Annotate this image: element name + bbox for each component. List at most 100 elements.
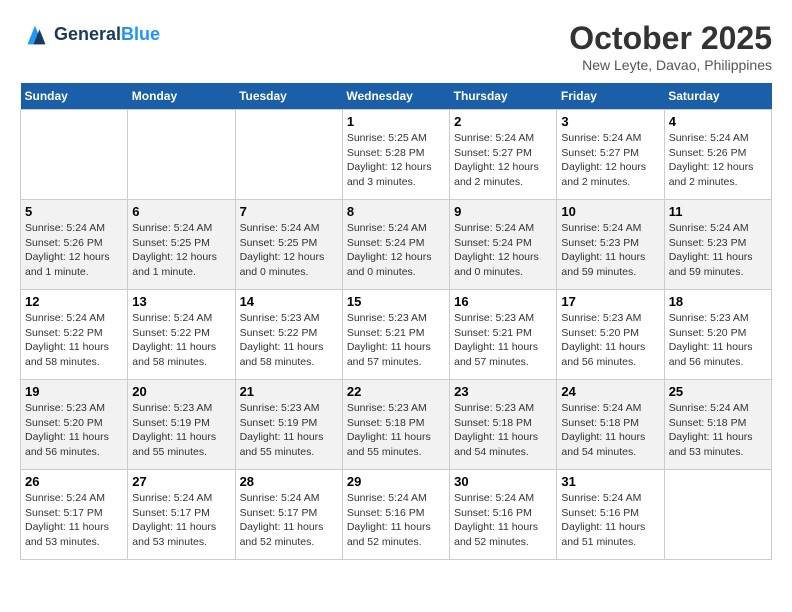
day-info: Sunrise: 5:24 AM Sunset: 5:18 PM Dayligh… [561, 401, 659, 460]
calendar-cell: 17 Sunrise: 5:23 AM Sunset: 5:20 PM Dayli… [557, 290, 664, 380]
day-number: 12 [25, 294, 123, 309]
day-number: 21 [240, 384, 338, 399]
day-info: Sunrise: 5:24 AM Sunset: 5:22 PM Dayligh… [132, 311, 230, 370]
logo-text: GeneralBlue [54, 25, 160, 45]
day-number: 28 [240, 474, 338, 489]
weekday-header-wednesday: Wednesday [342, 83, 449, 110]
day-number: 20 [132, 384, 230, 399]
calendar-cell: 31Sunrise: 5:24 AM Sunset: 5:16 PM Dayli… [557, 470, 664, 560]
day-number: 1 [347, 114, 445, 129]
weekday-header-saturday: Saturday [664, 83, 771, 110]
calendar-cell: 4 Sunrise: 5:24 AM Sunset: 5:26 PM Daylig… [664, 110, 771, 200]
day-info: Sunrise: 5:24 AM Sunset: 5:17 PM Dayligh… [132, 491, 230, 550]
calendar-cell: 19 Sunrise: 5:23 AM Sunset: 5:20 PM Dayli… [21, 380, 128, 470]
day-info: Sunrise: 5:24 AM Sunset: 5:18 PM Dayligh… [669, 401, 767, 460]
day-info: Sunrise: 5:23 AM Sunset: 5:19 PM Dayligh… [240, 401, 338, 460]
week-row-5: 26 Sunrise: 5:24 AM Sunset: 5:17 PM Dayli… [21, 470, 772, 560]
day-number: 15 [347, 294, 445, 309]
day-number: 22 [347, 384, 445, 399]
day-number: 27 [132, 474, 230, 489]
calendar-cell: 12 Sunrise: 5:24 AM Sunset: 5:22 PM Dayli… [21, 290, 128, 380]
calendar-cell: 24 Sunrise: 5:24 AM Sunset: 5:18 PM Dayli… [557, 380, 664, 470]
day-info: Sunrise: 5:24 AM Sunset: 5:16 PM Dayligh… [561, 491, 659, 550]
day-number: 24 [561, 384, 659, 399]
day-info: Sunrise: 5:24 AM Sunset: 5:23 PM Dayligh… [669, 221, 767, 280]
calendar-cell: 29Sunrise: 5:24 AM Sunset: 5:16 PM Dayli… [342, 470, 449, 560]
day-info: Sunrise: 5:23 AM Sunset: 5:21 PM Dayligh… [454, 311, 552, 370]
day-info: Sunrise: 5:23 AM Sunset: 5:20 PM Dayligh… [25, 401, 123, 460]
day-number: 8 [347, 204, 445, 219]
logo-icon [20, 20, 50, 50]
calendar-cell: 26 Sunrise: 5:24 AM Sunset: 5:17 PM Dayli… [21, 470, 128, 560]
month-title: October 2025 [569, 20, 772, 57]
day-info: Sunrise: 5:24 AM Sunset: 5:17 PM Dayligh… [25, 491, 123, 550]
calendar-cell [235, 110, 342, 200]
day-number: 9 [454, 204, 552, 219]
title-block: October 2025 New Leyte, Davao, Philippin… [569, 20, 772, 73]
calendar-cell: 1 Sunrise: 5:25 AM Sunset: 5:28 PM Daylig… [342, 110, 449, 200]
calendar-cell: 7 Sunrise: 5:24 AM Sunset: 5:25 PM Daylig… [235, 200, 342, 290]
calendar-cell: 30 Sunrise: 5:24 AM Sunset: 5:16 PM Dayli… [450, 470, 557, 560]
weekday-header-monday: Monday [128, 83, 235, 110]
calendar-cell: 5Sunrise: 5:24 AM Sunset: 5:26 PM Daylig… [21, 200, 128, 290]
weekday-header-thursday: Thursday [450, 83, 557, 110]
day-info: Sunrise: 5:24 AM Sunset: 5:27 PM Dayligh… [561, 131, 659, 190]
calendar-cell: 11Sunrise: 5:24 AM Sunset: 5:23 PM Dayli… [664, 200, 771, 290]
calendar-cell: 15 Sunrise: 5:23 AM Sunset: 5:21 PM Dayli… [342, 290, 449, 380]
calendar-cell: 20 Sunrise: 5:23 AM Sunset: 5:19 PM Dayli… [128, 380, 235, 470]
day-number: 7 [240, 204, 338, 219]
calendar-cell: 3 Sunrise: 5:24 AM Sunset: 5:27 PM Daylig… [557, 110, 664, 200]
day-number: 29 [347, 474, 445, 489]
day-number: 25 [669, 384, 767, 399]
day-number: 30 [454, 474, 552, 489]
calendar-cell: 13 Sunrise: 5:24 AM Sunset: 5:22 PM Dayli… [128, 290, 235, 380]
day-info: Sunrise: 5:23 AM Sunset: 5:21 PM Dayligh… [347, 311, 445, 370]
day-info: Sunrise: 5:24 AM Sunset: 5:27 PM Dayligh… [454, 131, 552, 190]
calendar-cell: 16Sunrise: 5:23 AM Sunset: 5:21 PM Dayli… [450, 290, 557, 380]
day-number: 14 [240, 294, 338, 309]
day-info: Sunrise: 5:24 AM Sunset: 5:17 PM Dayligh… [240, 491, 338, 550]
day-number: 19 [25, 384, 123, 399]
calendar-cell: 25 Sunrise: 5:24 AM Sunset: 5:18 PM Dayli… [664, 380, 771, 470]
week-row-2: 5Sunrise: 5:24 AM Sunset: 5:26 PM Daylig… [21, 200, 772, 290]
day-number: 13 [132, 294, 230, 309]
day-info: Sunrise: 5:24 AM Sunset: 5:16 PM Dayligh… [454, 491, 552, 550]
weekday-header-row: SundayMondayTuesdayWednesdayThursdayFrid… [21, 83, 772, 110]
calendar-cell: 21 Sunrise: 5:23 AM Sunset: 5:19 PM Dayli… [235, 380, 342, 470]
calendar-cell: 27 Sunrise: 5:24 AM Sunset: 5:17 PM Dayli… [128, 470, 235, 560]
page-header: GeneralBlue October 2025 New Leyte, Dava… [20, 20, 772, 73]
calendar-cell: 8 Sunrise: 5:24 AM Sunset: 5:24 PM Daylig… [342, 200, 449, 290]
day-info: Sunrise: 5:23 AM Sunset: 5:19 PM Dayligh… [132, 401, 230, 460]
calendar-cell [128, 110, 235, 200]
day-number: 2 [454, 114, 552, 129]
day-number: 4 [669, 114, 767, 129]
logo: GeneralBlue [20, 20, 160, 50]
day-number: 17 [561, 294, 659, 309]
calendar-cell: 6 Sunrise: 5:24 AM Sunset: 5:25 PM Daylig… [128, 200, 235, 290]
calendar-cell: 10Sunrise: 5:24 AM Sunset: 5:23 PM Dayli… [557, 200, 664, 290]
day-info: Sunrise: 5:24 AM Sunset: 5:25 PM Dayligh… [240, 221, 338, 280]
day-number: 3 [561, 114, 659, 129]
week-row-1: 1 Sunrise: 5:25 AM Sunset: 5:28 PM Daylig… [21, 110, 772, 200]
day-number: 10 [561, 204, 659, 219]
weekday-header-friday: Friday [557, 83, 664, 110]
location: New Leyte, Davao, Philippines [569, 57, 772, 73]
day-number: 18 [669, 294, 767, 309]
day-info: Sunrise: 5:23 AM Sunset: 5:20 PM Dayligh… [561, 311, 659, 370]
day-info: Sunrise: 5:23 AM Sunset: 5:22 PM Dayligh… [240, 311, 338, 370]
day-number: 5 [25, 204, 123, 219]
week-row-4: 19 Sunrise: 5:23 AM Sunset: 5:20 PM Dayli… [21, 380, 772, 470]
day-info: Sunrise: 5:24 AM Sunset: 5:24 PM Dayligh… [454, 221, 552, 280]
day-info: Sunrise: 5:24 AM Sunset: 5:24 PM Dayligh… [347, 221, 445, 280]
day-info: Sunrise: 5:24 AM Sunset: 5:22 PM Dayligh… [25, 311, 123, 370]
day-info: Sunrise: 5:24 AM Sunset: 5:25 PM Dayligh… [132, 221, 230, 280]
calendar-cell: 28 Sunrise: 5:24 AM Sunset: 5:17 PM Dayli… [235, 470, 342, 560]
day-number: 26 [25, 474, 123, 489]
day-number: 6 [132, 204, 230, 219]
day-info: Sunrise: 5:23 AM Sunset: 5:18 PM Dayligh… [347, 401, 445, 460]
day-info: Sunrise: 5:25 AM Sunset: 5:28 PM Dayligh… [347, 131, 445, 190]
day-info: Sunrise: 5:24 AM Sunset: 5:26 PM Dayligh… [669, 131, 767, 190]
weekday-header-tuesday: Tuesday [235, 83, 342, 110]
calendar-cell: 22 Sunrise: 5:23 AM Sunset: 5:18 PM Dayli… [342, 380, 449, 470]
calendar: SundayMondayTuesdayWednesdayThursdayFrid… [20, 83, 772, 560]
